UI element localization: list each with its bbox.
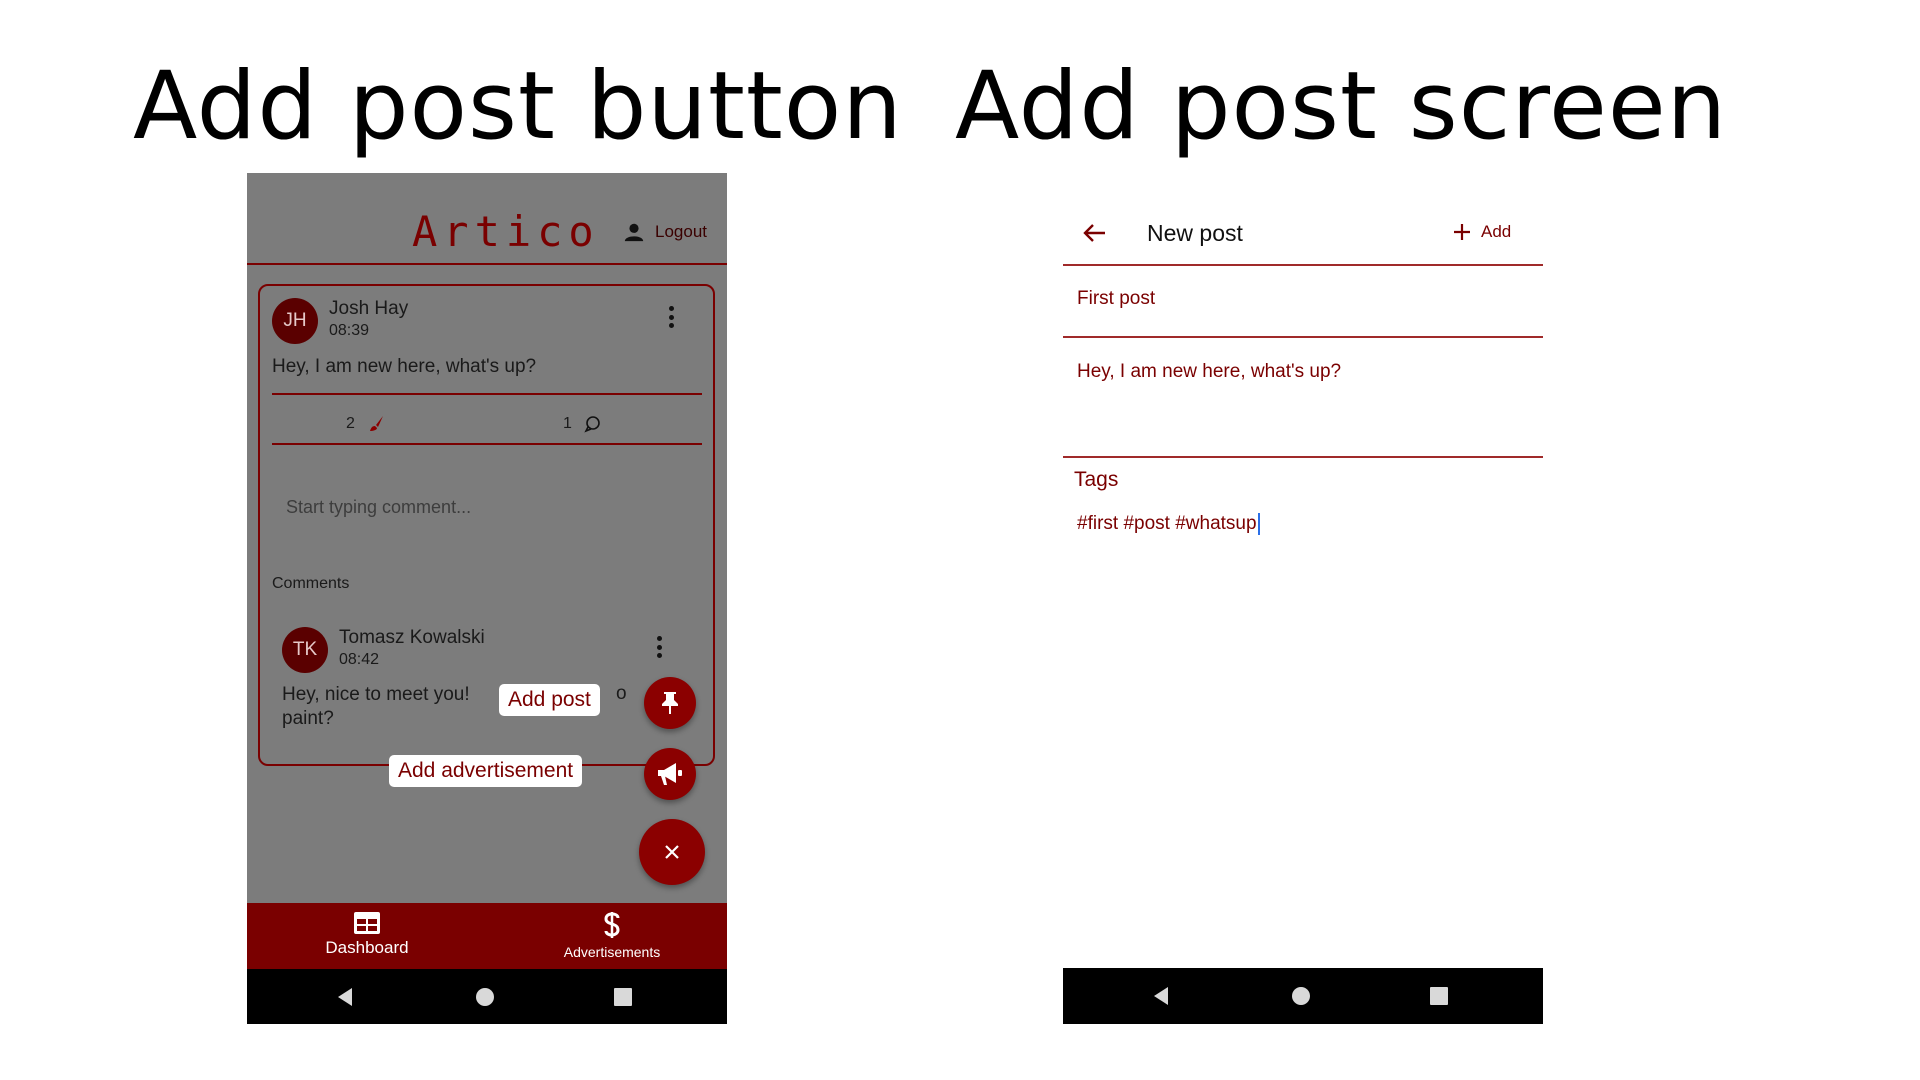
add-button[interactable]: Add: [1453, 222, 1511, 242]
post-author: Josh Hay: [329, 298, 409, 319]
app-title: Artico: [412, 207, 600, 256]
nav-dashboard[interactable]: Dashboard: [307, 911, 427, 958]
comment-text-line2: paint?: [282, 708, 334, 729]
close-icon: [665, 845, 679, 859]
heading-add-post-button: Add post button: [133, 52, 903, 161]
post-text: Hey, I am new here, what's up?: [272, 356, 537, 377]
post-body-field[interactable]: Hey, I am new here, what's up?: [1063, 338, 1543, 458]
home-circle-icon[interactable]: [475, 987, 495, 1007]
recents-square-icon[interactable]: [1430, 987, 1448, 1005]
dashboard-screen: Artico Logout JH Josh Hay 08:39 Hey, I a…: [247, 173, 727, 1024]
post-title-value: First post: [1077, 288, 1156, 309]
avatar: TK: [282, 627, 328, 673]
tags-input[interactable]: #first #post #whatsup: [1077, 513, 1260, 535]
comment-author: Tomasz Kowalski: [339, 627, 485, 648]
likes-count: 2: [346, 415, 355, 432]
new-post-header: New post Add: [1063, 173, 1543, 266]
table-icon: [354, 912, 380, 934]
comment-bubble-icon: [584, 416, 600, 433]
comment-text-fragment: o: [616, 683, 627, 704]
recents-square-icon[interactable]: [614, 988, 632, 1006]
nav-advertisements-label: Advertisements: [563, 944, 661, 960]
heading-add-post-screen: Add post screen: [955, 52, 1728, 161]
avatar: JH: [272, 298, 318, 344]
divider: [272, 393, 702, 395]
add-advertisement-label[interactable]: Add advertisement: [389, 755, 583, 787]
plus-icon: [1454, 224, 1470, 240]
comments-stat[interactable]: 1: [563, 415, 602, 433]
nav-advertisements[interactable]: Advertisements: [537, 911, 687, 960]
comments-count: 1: [563, 415, 572, 432]
nav-dashboard-label: Dashboard: [325, 938, 409, 957]
back-arrow-icon[interactable]: [1083, 223, 1107, 243]
post-title-field[interactable]: First post: [1063, 266, 1543, 338]
app-header: Artico Logout: [247, 173, 727, 265]
megaphone-icon: [658, 763, 682, 785]
home-circle-icon[interactable]: [1291, 986, 1311, 1006]
add-button-label: Add: [1481, 222, 1512, 241]
tags-label: Tags: [1074, 468, 1119, 491]
logout-label: Logout: [655, 222, 707, 241]
add-post-fab[interactable]: [644, 677, 696, 729]
add-post-label[interactable]: Add post: [499, 684, 600, 716]
system-navigation-bar: [247, 969, 727, 1024]
comment-time: 08:42: [339, 651, 380, 668]
back-triangle-icon[interactable]: [1152, 986, 1170, 1006]
system-navigation-bar: [1063, 968, 1543, 1024]
divider: [272, 443, 702, 445]
post-time: 08:39: [329, 322, 370, 339]
comment-input[interactable]: Start typing comment...: [286, 497, 471, 518]
page-title: New post: [1147, 220, 1243, 246]
bottom-navigation: Dashboard Advertisements: [247, 903, 727, 969]
pushpin-icon: [662, 692, 678, 714]
close-fab[interactable]: [639, 819, 705, 885]
likes-stat[interactable]: 2: [346, 415, 385, 433]
comment-more-menu-icon[interactable]: [656, 636, 662, 658]
user-icon: [624, 223, 644, 242]
post-body-value: Hey, I am new here, what's up?: [1077, 361, 1342, 382]
text-caret: [1257, 513, 1260, 535]
add-advertisement-fab[interactable]: [644, 748, 696, 800]
post-more-menu-icon[interactable]: [668, 306, 674, 328]
dollar-icon: [604, 912, 620, 938]
comments-label: Comments: [272, 575, 350, 592]
comment-text-line1: Hey, nice to meet you!: [282, 684, 470, 705]
tags-value: #first #post #whatsup: [1077, 513, 1257, 535]
back-triangle-icon[interactable]: [336, 987, 354, 1007]
logout-button[interactable]: Logout: [623, 221, 707, 243]
new-post-screen: New post Add First post Hey, I am new he…: [1063, 173, 1543, 1024]
brush-icon: [369, 416, 383, 431]
